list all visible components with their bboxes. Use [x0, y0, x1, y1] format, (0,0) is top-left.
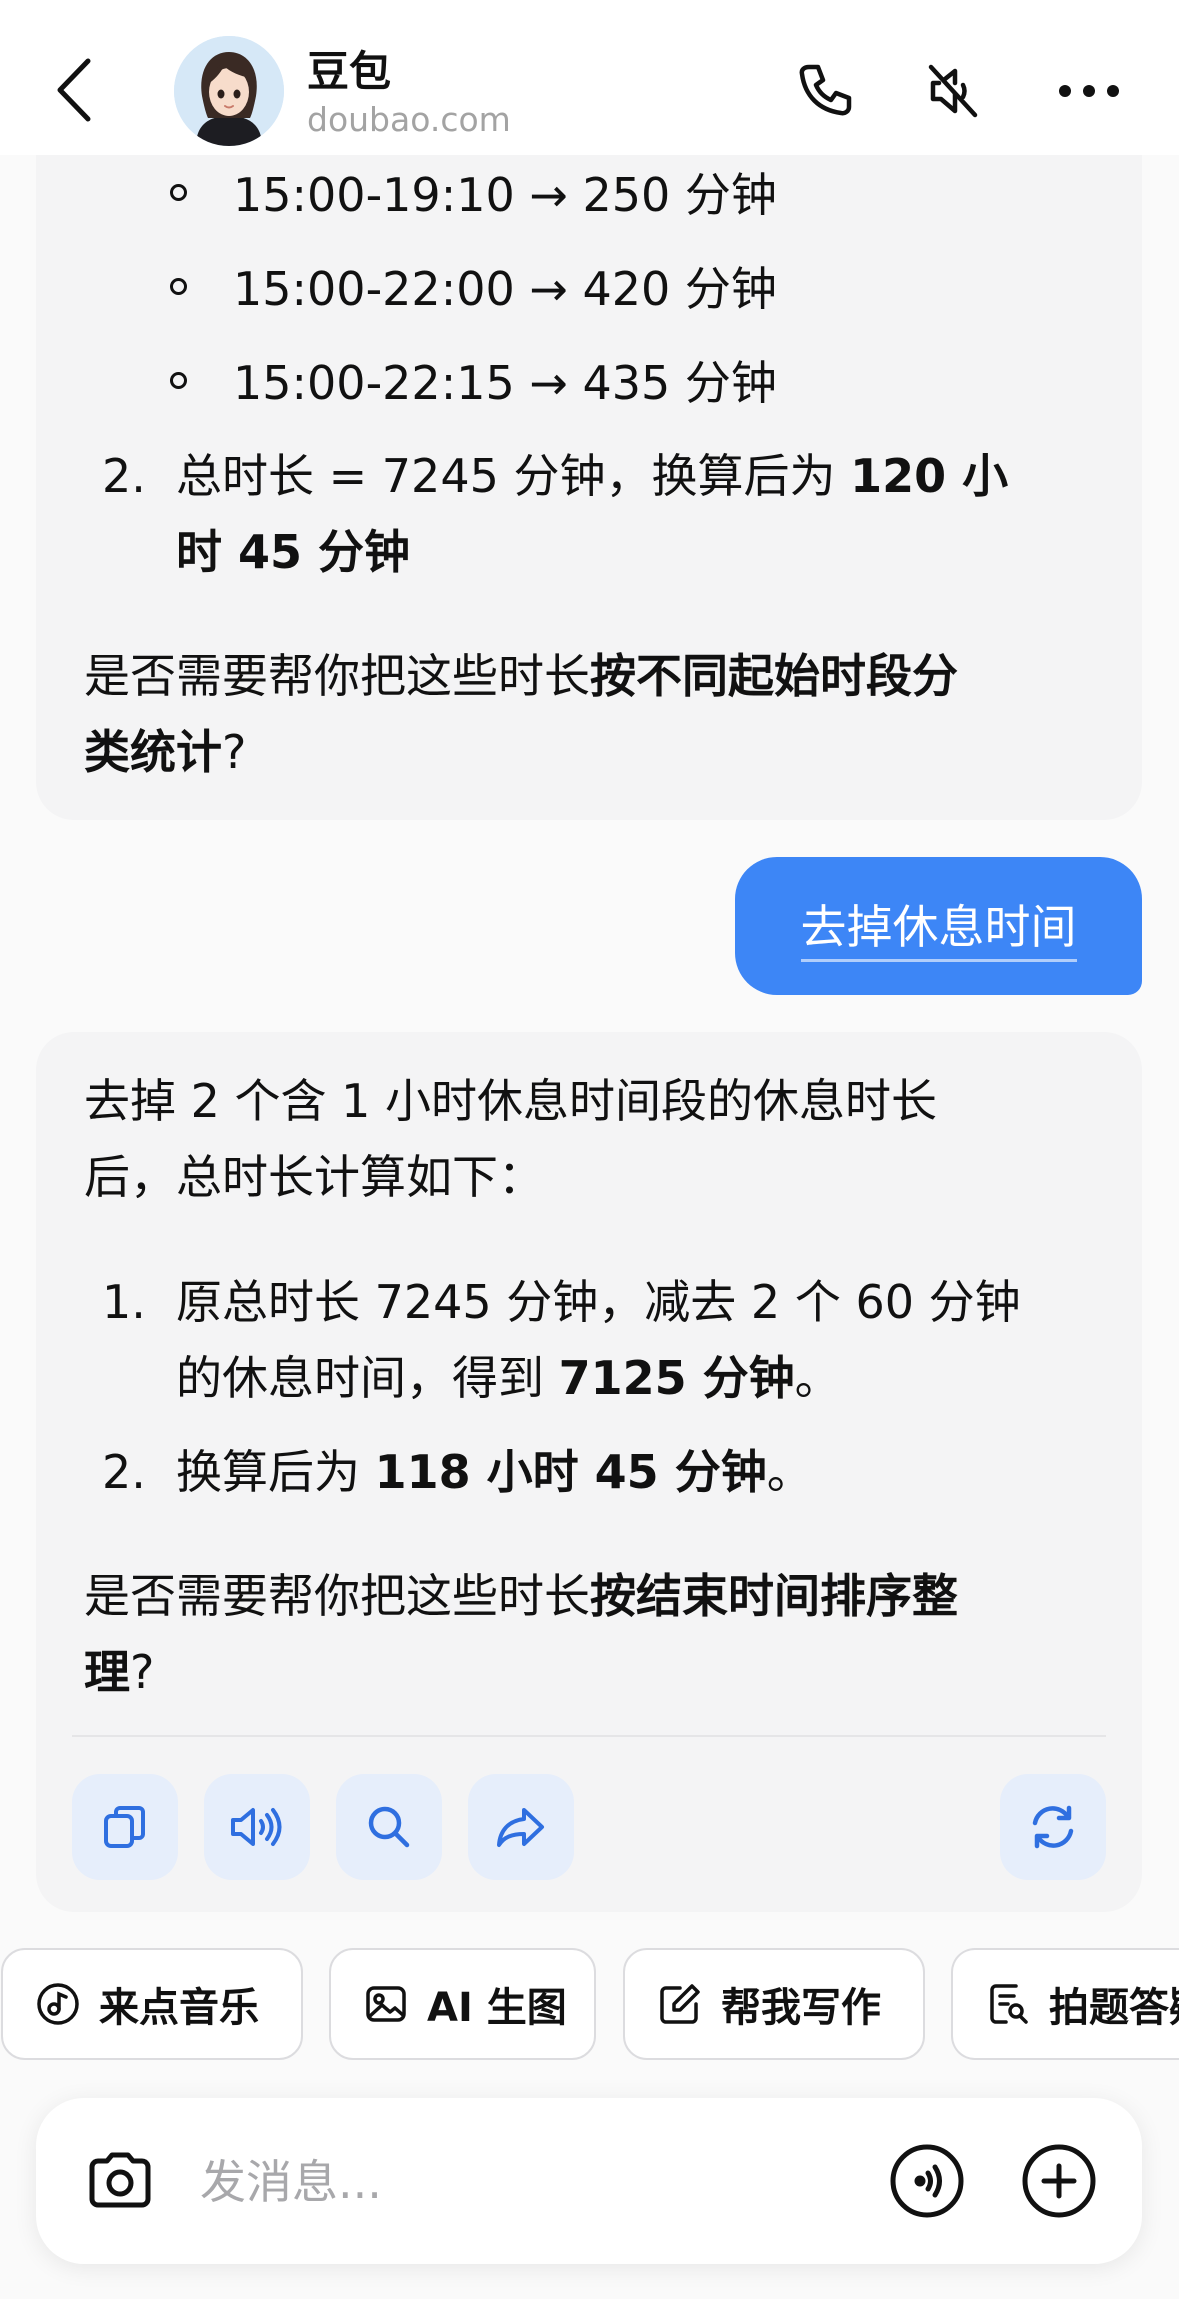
follow-up-question: 是否需要帮你把这些时长按不同起始时段分 [84, 649, 958, 703]
search-icon [368, 1806, 410, 1848]
message-input-bar: 发消息... [36, 2098, 1142, 2264]
voice-call-button[interactable] [887, 2141, 967, 2221]
photo-search-icon [983, 1979, 1033, 2029]
message-text: 后，总时长计算如下： [84, 1150, 544, 1204]
speaker-muted-icon [928, 64, 978, 118]
list-item-text: 的休息时间，得到 7125 分钟。 [176, 1351, 841, 1405]
phone-icon [799, 64, 852, 116]
share-button[interactable] [468, 1774, 574, 1880]
add-button[interactable] [1019, 2141, 1099, 2221]
plus-circle-icon [1022, 2144, 1096, 2218]
search-button[interactable] [336, 1774, 442, 1880]
chip-writing[interactable]: 帮我写作 [623, 1948, 925, 2060]
user-message-bubble[interactable]: 去掉休息时间 [735, 857, 1142, 995]
list-number: 1. [102, 1275, 146, 1329]
copy-icon [104, 1806, 145, 1848]
avatar[interactable] [174, 36, 284, 146]
more-icon [1059, 85, 1119, 97]
speaker-icon [231, 1808, 282, 1846]
phone-call-button[interactable] [790, 56, 860, 126]
chat-header: 豆包 doubao.com [0, 0, 1179, 155]
follow-up-question: 理? [84, 1645, 155, 1699]
bullet-icon [170, 183, 187, 201]
camera-icon [89, 2152, 151, 2208]
back-button[interactable] [46, 50, 102, 130]
user-message-text: 去掉休息时间 [800, 891, 1077, 962]
mute-button[interactable] [918, 56, 988, 126]
list-item-text: 换算后为 118 小时 45 分钟。 [176, 1445, 813, 1499]
regenerate-icon [1032, 1805, 1074, 1849]
follow-up-question: 类统计? [84, 725, 247, 779]
camera-button[interactable] [80, 2141, 160, 2221]
list-number: 2. [102, 449, 146, 503]
list-sub-item: 15:00-22:15 → 435 分钟 [170, 342, 777, 418]
regenerate-button[interactable] [1000, 1774, 1106, 1880]
follow-up-question: 是否需要帮你把这些时长按结束时间排序整 [84, 1569, 958, 1623]
list-item-text: 时 45 分钟 [176, 525, 411, 579]
list-sub-item: 15:00-19:10 → 250 分钟 [170, 154, 777, 230]
list-item-text: 原总时长 7245 分钟，减去 2 个 60 分钟 [176, 1275, 1021, 1329]
chip-ai-image[interactable]: AI 生图 [329, 1948, 596, 2060]
edit-icon [655, 1979, 705, 2029]
chip-photo-answer[interactable]: 拍题答疑 [951, 1948, 1179, 2060]
voice-wave-icon [890, 2144, 964, 2218]
message-text: 去掉 2 个含 1 小时休息时间段的休息时长 [84, 1074, 938, 1128]
share-icon [497, 1808, 544, 1847]
chat-title: 豆包 [307, 47, 392, 96]
read-aloud-button[interactable] [204, 1774, 310, 1880]
image-icon [361, 1979, 411, 2029]
divider [72, 1735, 1106, 1737]
bullet-icon [170, 277, 187, 295]
chevron-left-icon [57, 58, 91, 122]
chat-screen: 15:00-19:10 → 250 分钟 15:00-22:00 → 420 分… [0, 0, 1179, 2299]
bullet-icon [170, 371, 187, 389]
more-button[interactable] [1054, 56, 1124, 126]
list-number: 2. [102, 1445, 146, 1499]
copy-button[interactable] [72, 1774, 178, 1880]
list-sub-item: 15:00-22:00 → 420 分钟 [170, 248, 777, 324]
chip-music[interactable]: 来点音乐 [1, 1948, 303, 2060]
list-item-text: 总时长 = 7245 分钟，换算后为 120 小 [176, 449, 1009, 503]
chat-subtitle: doubao.com [307, 100, 511, 139]
music-icon [33, 1979, 83, 2029]
message-input[interactable]: 发消息... [200, 2146, 382, 2212]
